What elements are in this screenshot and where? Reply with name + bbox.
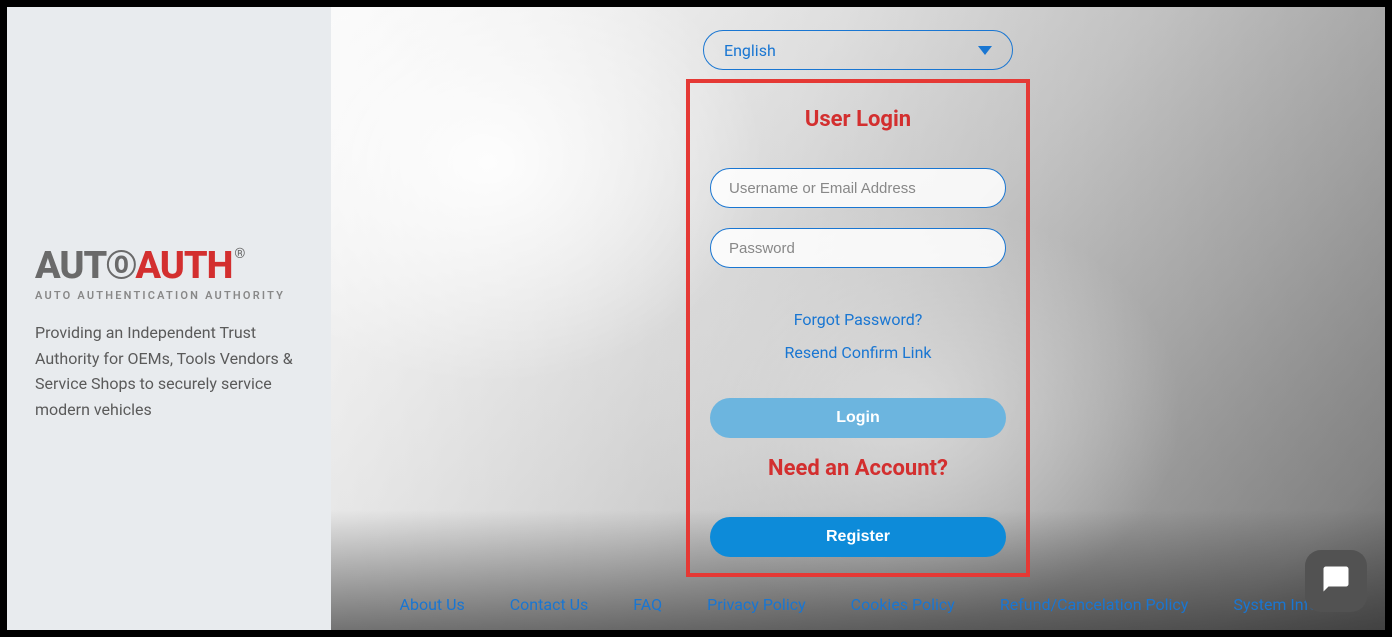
registered-mark: ® <box>234 246 244 262</box>
footer-about-link[interactable]: About Us <box>400 595 465 614</box>
main-content: English User Login Forgot Password? Rese… <box>331 7 1385 630</box>
left-sidebar: AUT🄋AUTH® AUTO AUTHENTICATION AUTHORITY … <box>7 7 331 630</box>
login-form: User Login Forgot Password? Resend Confi… <box>686 79 1030 577</box>
language-dropdown[interactable]: English <box>703 30 1013 70</box>
logo-part-auto: AUT <box>35 244 106 288</box>
language-selected-label: English <box>724 41 776 60</box>
logo-part-auth: AUTH <box>135 244 232 288</box>
footer-cookies-link[interactable]: Cookies Policy <box>851 595 955 614</box>
forgot-password-link[interactable]: Forgot Password? <box>710 310 1006 329</box>
login-heading: User Login <box>710 107 1006 132</box>
chat-icon <box>1321 564 1351 598</box>
chevron-down-icon <box>978 46 992 55</box>
logo: AUT🄋AUTH® AUTO AUTHENTICATION AUTHORITY <box>35 247 303 302</box>
tagline-text: Providing an Independent Trust Authority… <box>35 320 303 422</box>
footer-nav: About Us Contact Us FAQ Privacy Policy C… <box>331 595 1385 614</box>
need-account-heading: Need an Account? <box>710 456 1006 481</box>
footer-privacy-link[interactable]: Privacy Policy <box>707 595 806 614</box>
footer-refund-link[interactable]: Refund/Cancelation Policy <box>1000 595 1189 614</box>
chat-button[interactable] <box>1305 550 1367 612</box>
password-input[interactable] <box>710 228 1006 268</box>
logo-subtitle: AUTO AUTHENTICATION AUTHORITY <box>35 289 303 302</box>
lock-icon: 🄋 <box>106 252 135 282</box>
login-button[interactable]: Login <box>710 398 1006 438</box>
register-button[interactable]: Register <box>710 517 1006 557</box>
footer-contact-link[interactable]: Contact Us <box>510 595 589 614</box>
footer-faq-link[interactable]: FAQ <box>633 595 662 614</box>
resend-confirm-link[interactable]: Resend Confirm Link <box>710 343 1006 362</box>
username-input[interactable] <box>710 168 1006 208</box>
